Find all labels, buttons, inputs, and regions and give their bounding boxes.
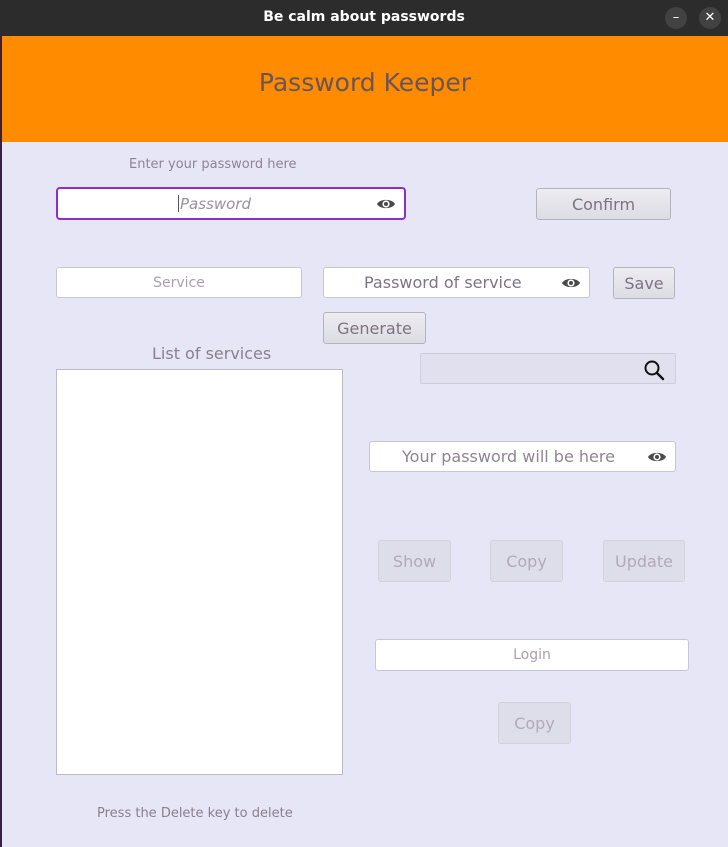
login-field[interactable]: Login xyxy=(375,639,689,671)
service-placeholder: Service xyxy=(153,274,205,291)
services-list-label: List of services xyxy=(152,344,272,363)
result-password-placeholder: Your password will be here xyxy=(402,447,615,466)
update-button[interactable]: Update xyxy=(603,540,685,582)
copy-login-button[interactable]: Copy xyxy=(498,702,571,744)
confirm-button[interactable]: Confirm xyxy=(536,188,671,220)
master-password-placeholder: Password xyxy=(180,194,252,213)
search-input[interactable] xyxy=(420,353,676,384)
app-window: Be calm about passwords – ✕ Password Kee… xyxy=(0,0,728,847)
master-password-field[interactable]: Password xyxy=(56,187,406,220)
app-title: Password Keeper xyxy=(258,68,472,97)
close-button[interactable]: ✕ xyxy=(699,7,721,29)
window-edge xyxy=(0,36,2,847)
save-button[interactable]: Save xyxy=(613,267,675,299)
minimize-button[interactable]: – xyxy=(665,7,687,29)
delete-hint: Press the Delete key to delete xyxy=(97,806,293,821)
title-bar: Be calm about passwords – ✕ xyxy=(0,0,728,36)
result-password-field[interactable]: Your password will be here xyxy=(369,441,676,472)
eye-icon[interactable] xyxy=(561,276,581,290)
generate-button[interactable]: Generate xyxy=(323,312,426,344)
service-password-placeholder: Password of service xyxy=(364,273,522,292)
service-password-field[interactable]: Password of service xyxy=(323,267,590,298)
header-banner: Password Keeper xyxy=(2,36,728,142)
master-password-label: Enter your password here xyxy=(129,157,297,172)
login-placeholder: Login xyxy=(513,647,551,663)
search-icon[interactable] xyxy=(643,359,665,381)
show-button[interactable]: Show xyxy=(378,540,451,582)
services-list[interactable] xyxy=(56,369,343,775)
eye-icon[interactable] xyxy=(647,450,667,464)
window-title: Be calm about passwords xyxy=(263,9,465,25)
text-caret xyxy=(178,195,179,212)
copy-password-button[interactable]: Copy xyxy=(490,540,563,582)
service-field[interactable]: Service xyxy=(56,267,302,298)
eye-icon[interactable] xyxy=(376,197,396,211)
